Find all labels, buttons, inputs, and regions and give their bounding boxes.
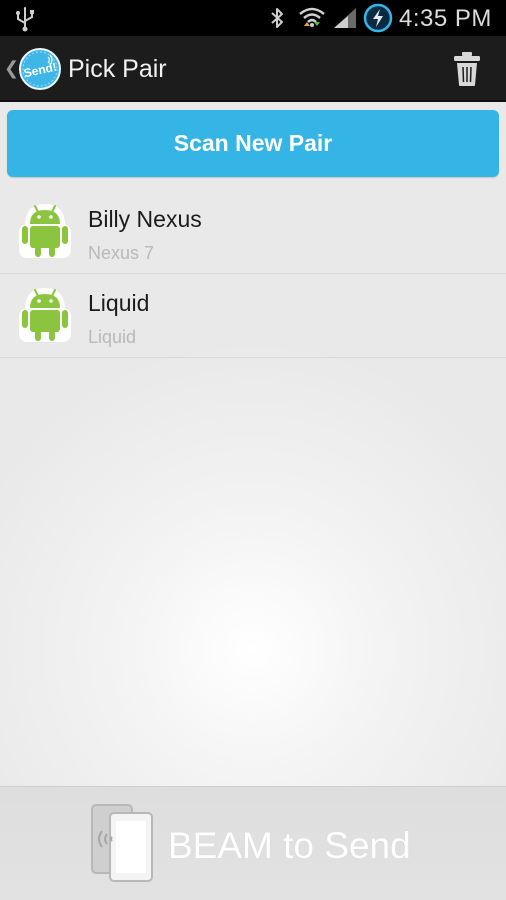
device-name: Billy Nexus bbox=[88, 206, 202, 232]
status-bar: 4:35 PM bbox=[0, 0, 506, 36]
page-title: Pick Pair bbox=[68, 55, 167, 83]
signal-icon bbox=[332, 6, 358, 35]
device-model: Liquid bbox=[88, 327, 137, 347]
device-model: Nexus 7 bbox=[88, 243, 155, 263]
usb-icon bbox=[14, 6, 36, 37]
device-name: Liquid bbox=[88, 290, 150, 316]
bluetooth-icon bbox=[268, 6, 286, 35]
content-area: Scan New Pair Billy Nexus Nexus 7 Liquid… bbox=[0, 102, 506, 786]
android-icon bbox=[19, 286, 71, 351]
status-clock: 4:35 PM bbox=[399, 5, 492, 32]
device-list-item[interactable]: Liquid Liquid bbox=[0, 274, 506, 358]
scan-new-pair-button[interactable]: Scan New Pair bbox=[7, 110, 499, 177]
android-icon bbox=[19, 202, 71, 267]
beam-to-send-label: BEAM to Send bbox=[168, 825, 411, 866]
action-bar: ❮ Send! Pick Pair bbox=[0, 36, 506, 102]
beam-bar[interactable]: BEAM to Send bbox=[0, 786, 506, 900]
battery-charging-icon bbox=[363, 3, 393, 38]
app-logo-icon[interactable]: Send! bbox=[18, 47, 62, 96]
nfc-beam-icon bbox=[88, 803, 158, 888]
trash-icon[interactable] bbox=[450, 50, 484, 93]
device-list-item[interactable]: Billy Nexus Nexus 7 bbox=[0, 190, 506, 274]
wifi-icon bbox=[298, 4, 326, 37]
up-navigation-icon[interactable]: ❮ bbox=[4, 58, 19, 79]
